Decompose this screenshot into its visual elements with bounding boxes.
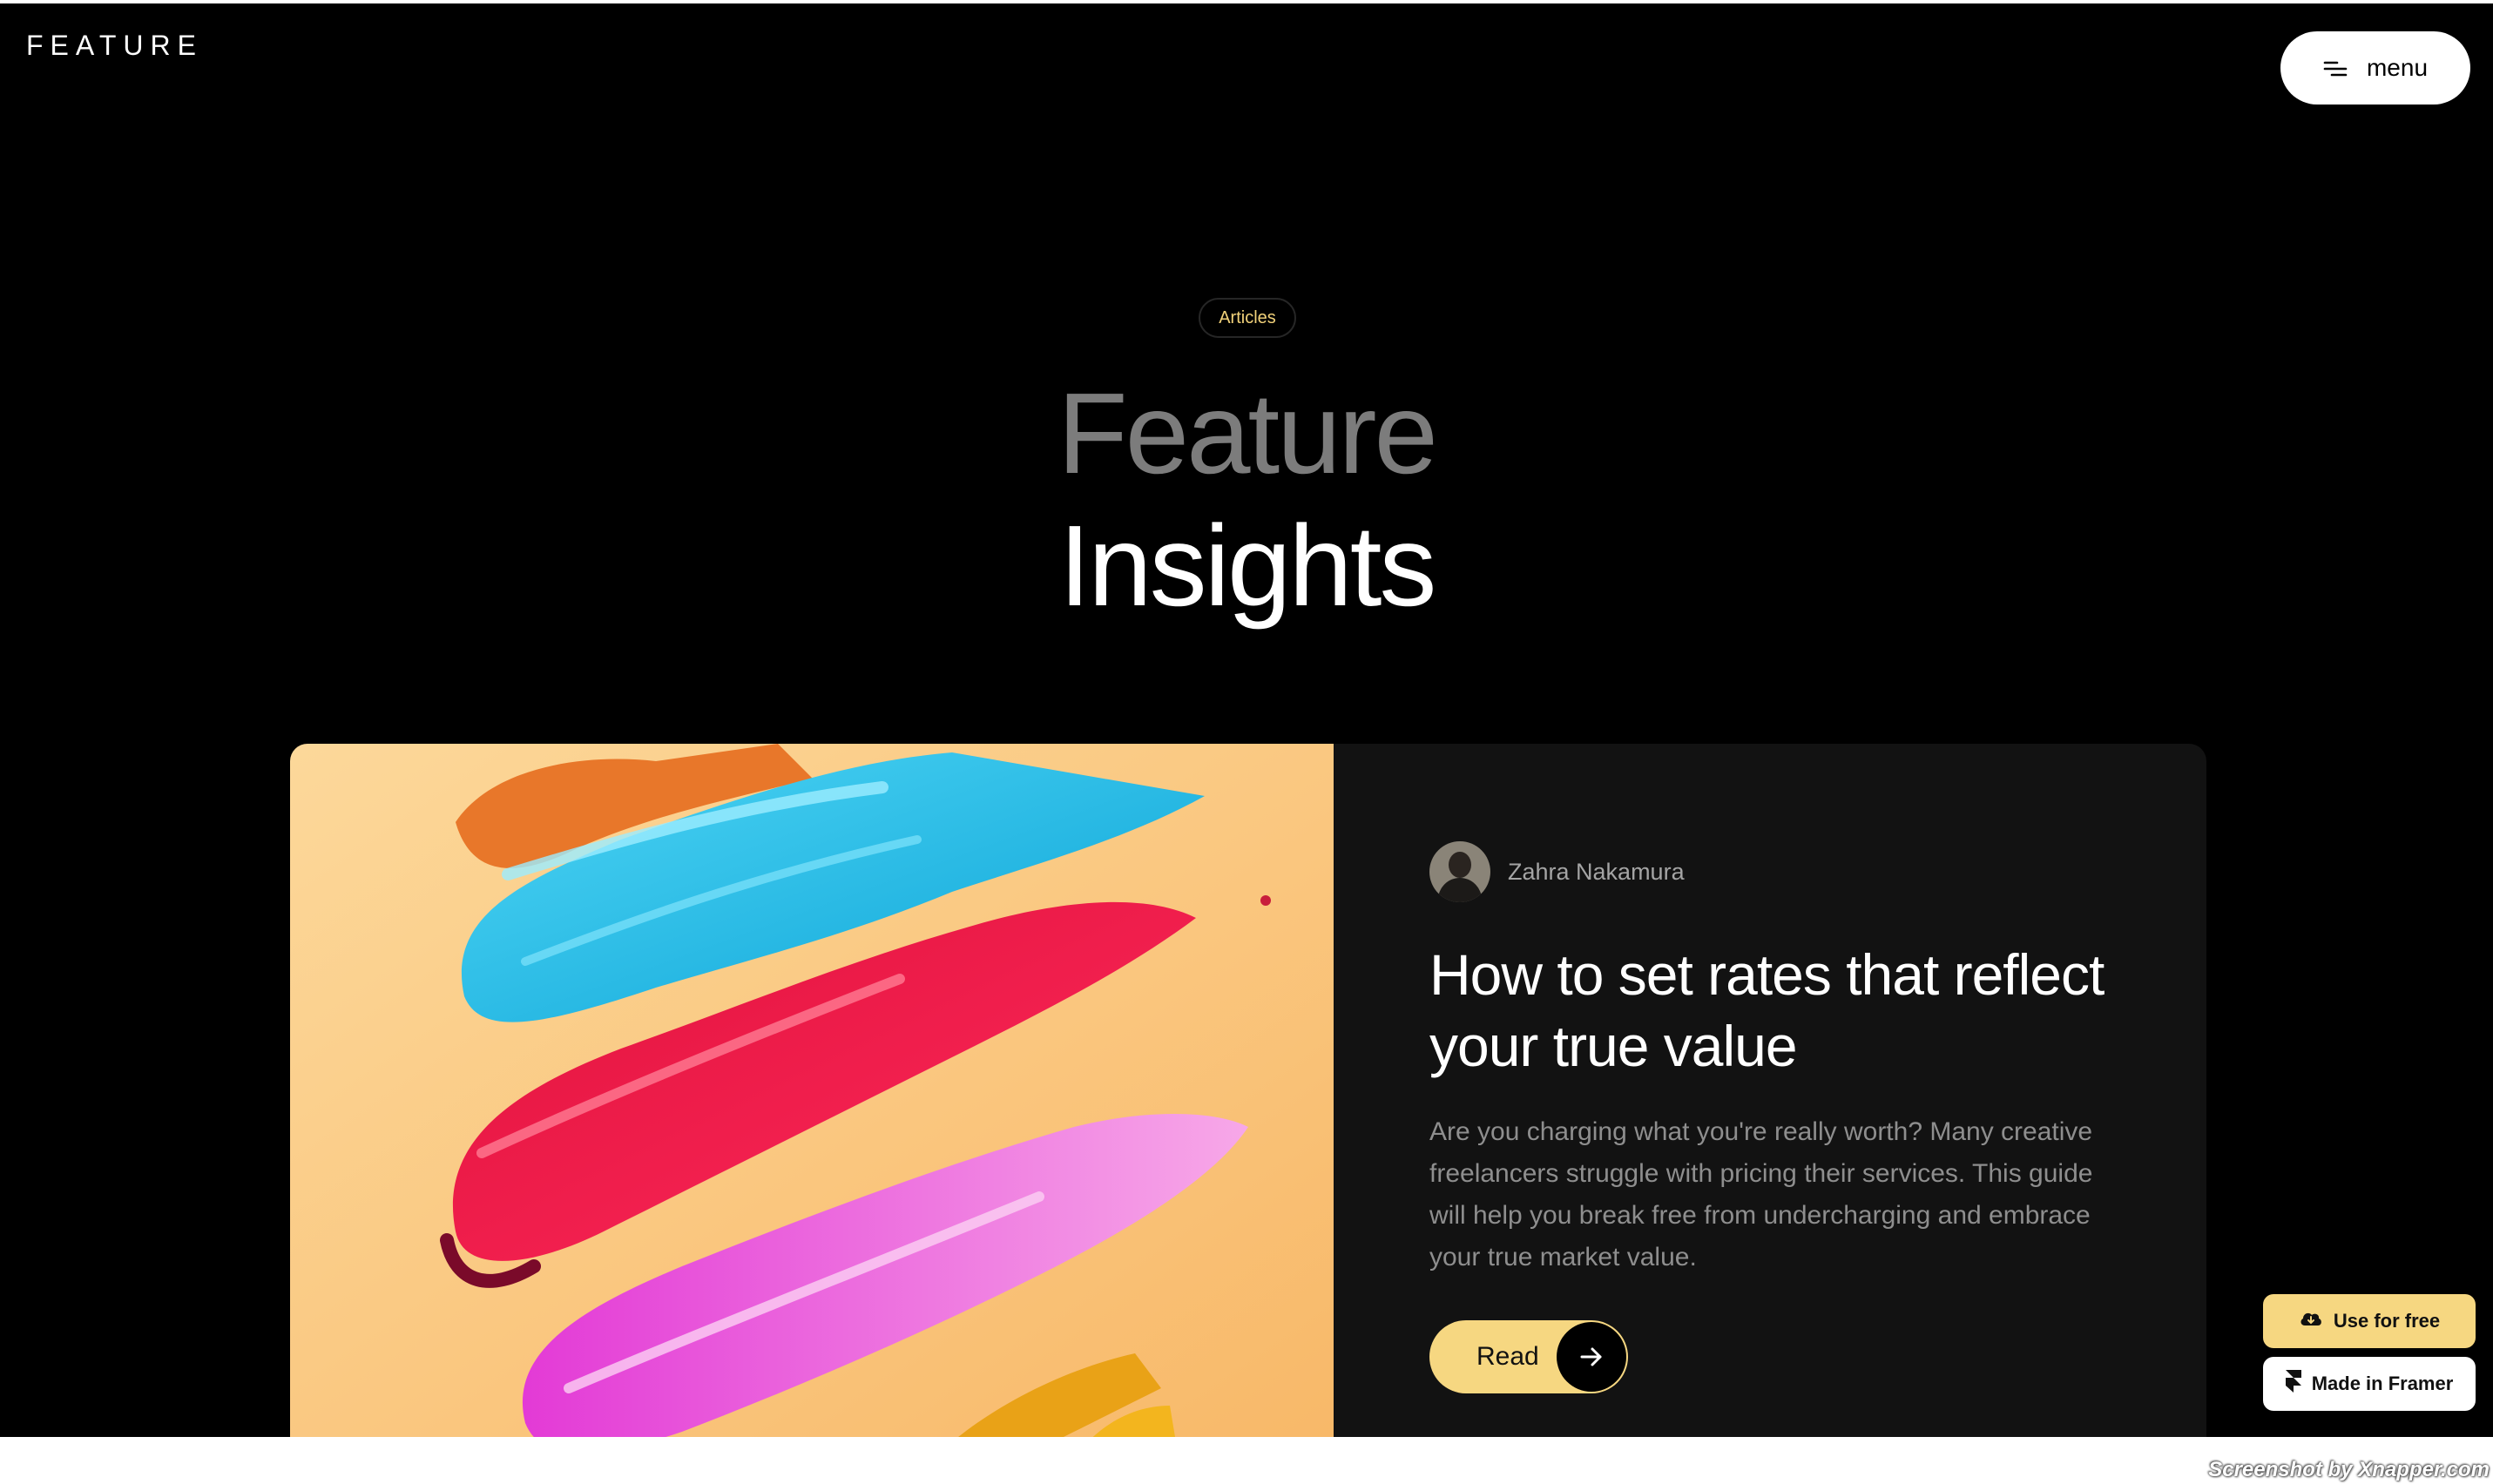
author-name: Zahra Nakamura [1508,858,1685,885]
paint-strokes-image[interactable] [290,744,1334,1437]
made-in-framer-label: Made in Framer [2311,1373,2454,1394]
article-description: Are you charging what you're really wort… [1429,1117,2093,1272]
menu-label: menu [2366,54,2429,81]
made-in-framer-badge[interactable]: Made in Framer [2263,1357,2476,1411]
hero-title-line1: Feature [1057,369,1438,497]
hero-title-line2: Insights [1058,502,1437,630]
site-logo[interactable]: FEATURE [26,30,203,62]
article-card[interactable]: Zahra Nakamura How to set rates that ref… [290,744,2206,1437]
articles-badge: Articles [1199,298,1296,338]
avatar [1429,841,1490,902]
use-for-free-label: Use for free [2333,1310,2441,1332]
article-title[interactable]: How to set rates that reflect your true … [1429,939,2126,1082]
author-info: Zahra Nakamura [1429,841,1685,902]
page: FEATURE menu Articles Feature Insights Z… [0,3,2493,1437]
read-button-label: Read [1476,1342,1539,1371]
framer-icon [2285,1370,2301,1398]
use-for-free-button[interactable]: Use for free [2263,1294,2476,1348]
read-button[interactable]: Read [1429,1320,1628,1393]
watermark: Screenshot by Xnapper.com [2208,1458,2490,1481]
cloud-icon [2299,1310,2323,1332]
menu-button[interactable]: menu [2280,31,2470,105]
arrow-right-icon [1557,1322,1626,1392]
hamburger-icon [2323,57,2348,78]
